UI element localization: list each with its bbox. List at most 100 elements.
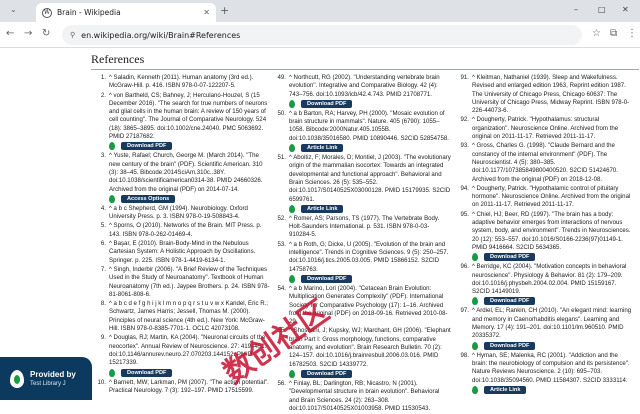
reference-item: 8. ^ a b c d e f g h i j k l m n o p q r …	[99, 300, 271, 333]
library-link-button[interactable]: Download PDF	[484, 253, 536, 262]
reference-number: 56.	[277, 379, 286, 387]
reference-text[interactable]: ^ Gross, Charles G. (1998). "Claude Bern…	[472, 142, 618, 182]
reference-item: 4. ^ a b c Shepherd, GM (1994). Neurobiol…	[99, 205, 271, 222]
reference-text[interactable]: ^ von Bartheld, CS; Bahney, J; Herculano…	[109, 92, 267, 140]
reference-item: 95. ^ Chiel, HJ; Beer, RD (1997). "The br…	[461, 211, 634, 262]
reference-text[interactable]: ^ Saladin, Kenneth (2011). Human anatomy…	[109, 74, 253, 89]
library-link-row: Download PDF	[289, 369, 451, 379]
library-link-row: Download PDF	[472, 341, 634, 351]
reference-text[interactable]: ^ Başar, E (2010). Brain-Body-Mind in th…	[109, 240, 255, 264]
leaf-icon	[109, 368, 115, 377]
reference-text[interactable]: ^ a b c d e f g h i j k l m n o p q r s …	[109, 300, 268, 332]
leaf-icon	[472, 385, 478, 394]
reference-text[interactable]: ^ Aboitiz, F; Morales, D; Montiel, J (20…	[289, 154, 451, 202]
reference-text[interactable]: ^ Kleitman, Nathaniel (1939). Sleep and …	[472, 74, 629, 114]
reference-number: 93.	[460, 142, 469, 150]
reference-item: 6. ^ Başar, E (2010). Brain-Body-Mind in …	[99, 240, 271, 265]
library-link-button[interactable]: Download PDF	[121, 142, 173, 151]
leaf-icon	[472, 297, 478, 306]
leaf-icon	[289, 99, 295, 108]
reference-text[interactable]: ^ Finlay, BL; Darlington, RB; Nicastro, …	[289, 380, 439, 412]
tab-search-icon[interactable]: ⌄	[10, 5, 17, 14]
reference-text[interactable]: ^ Ardiel, EL; Rankin, CH (2010). "An ele…	[472, 307, 631, 339]
extensions-puzzle-icon[interactable]: ⧉	[610, 28, 617, 39]
heading-divider	[91, 69, 639, 70]
reference-item: 91. ^ Kleitman, Nathaniel (1939). Sleep a…	[461, 74, 634, 115]
address-bar[interactable]: ⚲ en.wikipedia.org/wiki/Brain#References	[62, 25, 582, 45]
reference-text[interactable]: ^ Dougherty, Patrick. "Hypothalamic cont…	[472, 185, 630, 209]
reference-number: 54.	[277, 284, 286, 292]
reference-number: 50.	[277, 109, 286, 117]
library-link-button[interactable]: Download PDF	[484, 297, 536, 306]
library-link-button[interactable]: Article Link	[301, 204, 344, 213]
reference-text[interactable]: ^ Berridge, KC (2004). "Motivation conce…	[472, 263, 626, 295]
reference-number: 97.	[460, 307, 469, 315]
reference-item: 7. ^ Singh, Inderbir (2006). "A Brief Rev…	[99, 266, 271, 299]
reference-text[interactable]: ^ Sporns, O (2010). Networks of the Brai…	[109, 222, 261, 237]
reference-text[interactable]: ^ Singh, Inderbir (2006). "A Brief Revie…	[109, 266, 270, 298]
library-extension-widget[interactable]: Provided by Test Library J	[0, 357, 92, 400]
leaf-icon	[289, 204, 295, 213]
reference-item: 53. ^ a b Roth, G; Dicke, U (2005). "Evol…	[277, 240, 451, 284]
close-window-icon[interactable]: ✕	[622, 5, 629, 14]
reference-text[interactable]: ^ Northcutt, RG (2002). "Understanding v…	[289, 74, 440, 98]
library-link-button[interactable]: Download PDF	[301, 99, 353, 108]
reference-text[interactable]: ^ a b Roth, G; Dicke, U (2005). "Evoluti…	[289, 241, 448, 273]
references-heading: References	[91, 52, 145, 66]
library-link-button[interactable]: Download PDF	[301, 369, 353, 378]
back-icon[interactable]: ←	[6, 28, 14, 39]
reference-item: 98. ^ Hyman, SE; Malenka, RC (2001). "Add…	[460, 351, 634, 395]
library-link-button[interactable]: Access Options	[121, 194, 176, 203]
reference-number: 53.	[277, 240, 286, 248]
reference-item: 92. ^ Dougherty, Patrick. "Hypothalamus: …	[461, 116, 634, 141]
reference-number: 8.	[100, 300, 106, 308]
minimize-icon[interactable]: –	[574, 5, 578, 14]
library-link-button[interactable]: Article Link	[484, 385, 527, 394]
reference-item: 5. ^ Sporns, O (2010). Networks of the Br…	[99, 222, 271, 239]
leaf-icon	[472, 253, 478, 262]
leaf-icon	[289, 274, 295, 283]
forward-icon[interactable]: →	[24, 28, 32, 39]
library-link-button[interactable]: Download PDF	[301, 274, 353, 283]
new-tab-icon[interactable]: +	[220, 4, 229, 17]
reference-number: 94.	[460, 184, 469, 192]
library-link-row: Download PDF	[289, 99, 451, 109]
library-link-button[interactable]: Download PDF	[121, 368, 173, 377]
reference-text[interactable]: ^ Romer, AS; Parsons, TS (1977). The Ver…	[289, 215, 439, 239]
references-column-3: 91. ^ Kleitman, Nathaniel (1939). Sleep a…	[460, 74, 634, 396]
browser-tab[interactable]: W Brain - Wikipedia ✕	[36, 3, 216, 22]
tab-close-icon[interactable]: ✕	[203, 8, 210, 17]
reference-number: 3.	[100, 152, 106, 160]
maximize-icon[interactable]: □	[598, 5, 606, 14]
reference-number: 52.	[277, 214, 286, 222]
reference-item: 3. ^ Yuste, Rafael; Church, George M. (Ma…	[99, 152, 271, 203]
reference-text[interactable]: ^ Yuste, Rafael; Church, George M. (Marc…	[109, 152, 263, 192]
reference-item: 97. ^ Ardiel, EL; Rankin, CH (2010). "An …	[460, 307, 634, 351]
site-info-icon[interactable]: ⚲	[70, 31, 75, 39]
reference-text[interactable]: ^ Dougherty, Patrick. "Hypothalamus: str…	[472, 116, 618, 140]
reference-text[interactable]: ^ Chiel, HJ; Beer, RD (1997). "The brain…	[472, 211, 631, 251]
reference-number: 7.	[100, 265, 106, 273]
browser-tab-strip: ⌄ W Brain - Wikipedia ✕ + – □ ✕	[0, 0, 640, 22]
tab-title: Brain - Wikipedia	[57, 8, 121, 17]
bookmark-star-icon[interactable]: ☆	[592, 28, 601, 39]
reference-number: 5.	[100, 222, 106, 230]
leaf-icon	[472, 341, 478, 350]
reference-item: 49. ^ Northcutt, RG (2002). "Understandin…	[278, 74, 451, 109]
wikipedia-favicon-icon: W	[42, 7, 52, 18]
reference-number: 98.	[460, 351, 469, 359]
reference-text[interactable]: ^ Hyman, SE; Malenka, RC (2001). "Addict…	[472, 352, 630, 384]
library-link-button[interactable]: Article Link	[301, 144, 344, 153]
library-link-row: Download PDF	[109, 141, 271, 151]
reference-text[interactable]: ^ a b Barton, RA; Harvey, PH (2000). "Mo…	[289, 110, 449, 142]
library-link-button[interactable]: Download PDF	[484, 341, 536, 350]
browser-toolbar: ← → ↻ ⚲ en.wikipedia.org/wiki/Brain#Refe…	[0, 22, 640, 48]
reference-item: 51. ^ Aboitiz, F; Morales, D; Montiel, J …	[278, 154, 451, 214]
reference-text[interactable]: ^ a b c Shepherd, GM (1994). Neurobiolog…	[109, 205, 248, 220]
reference-item: 52. ^ Romer, AS; Parsons, TS (1977). The …	[277, 214, 451, 240]
library-link-row: Access Options	[109, 194, 271, 204]
reference-number: 6.	[100, 240, 106, 248]
reload-icon[interactable]: ↻	[42, 28, 50, 39]
reference-item: 96. ^ Berridge, KC (2004). "Motivation co…	[461, 263, 634, 306]
browser-menu-icon[interactable]: ⋮	[627, 28, 637, 39]
